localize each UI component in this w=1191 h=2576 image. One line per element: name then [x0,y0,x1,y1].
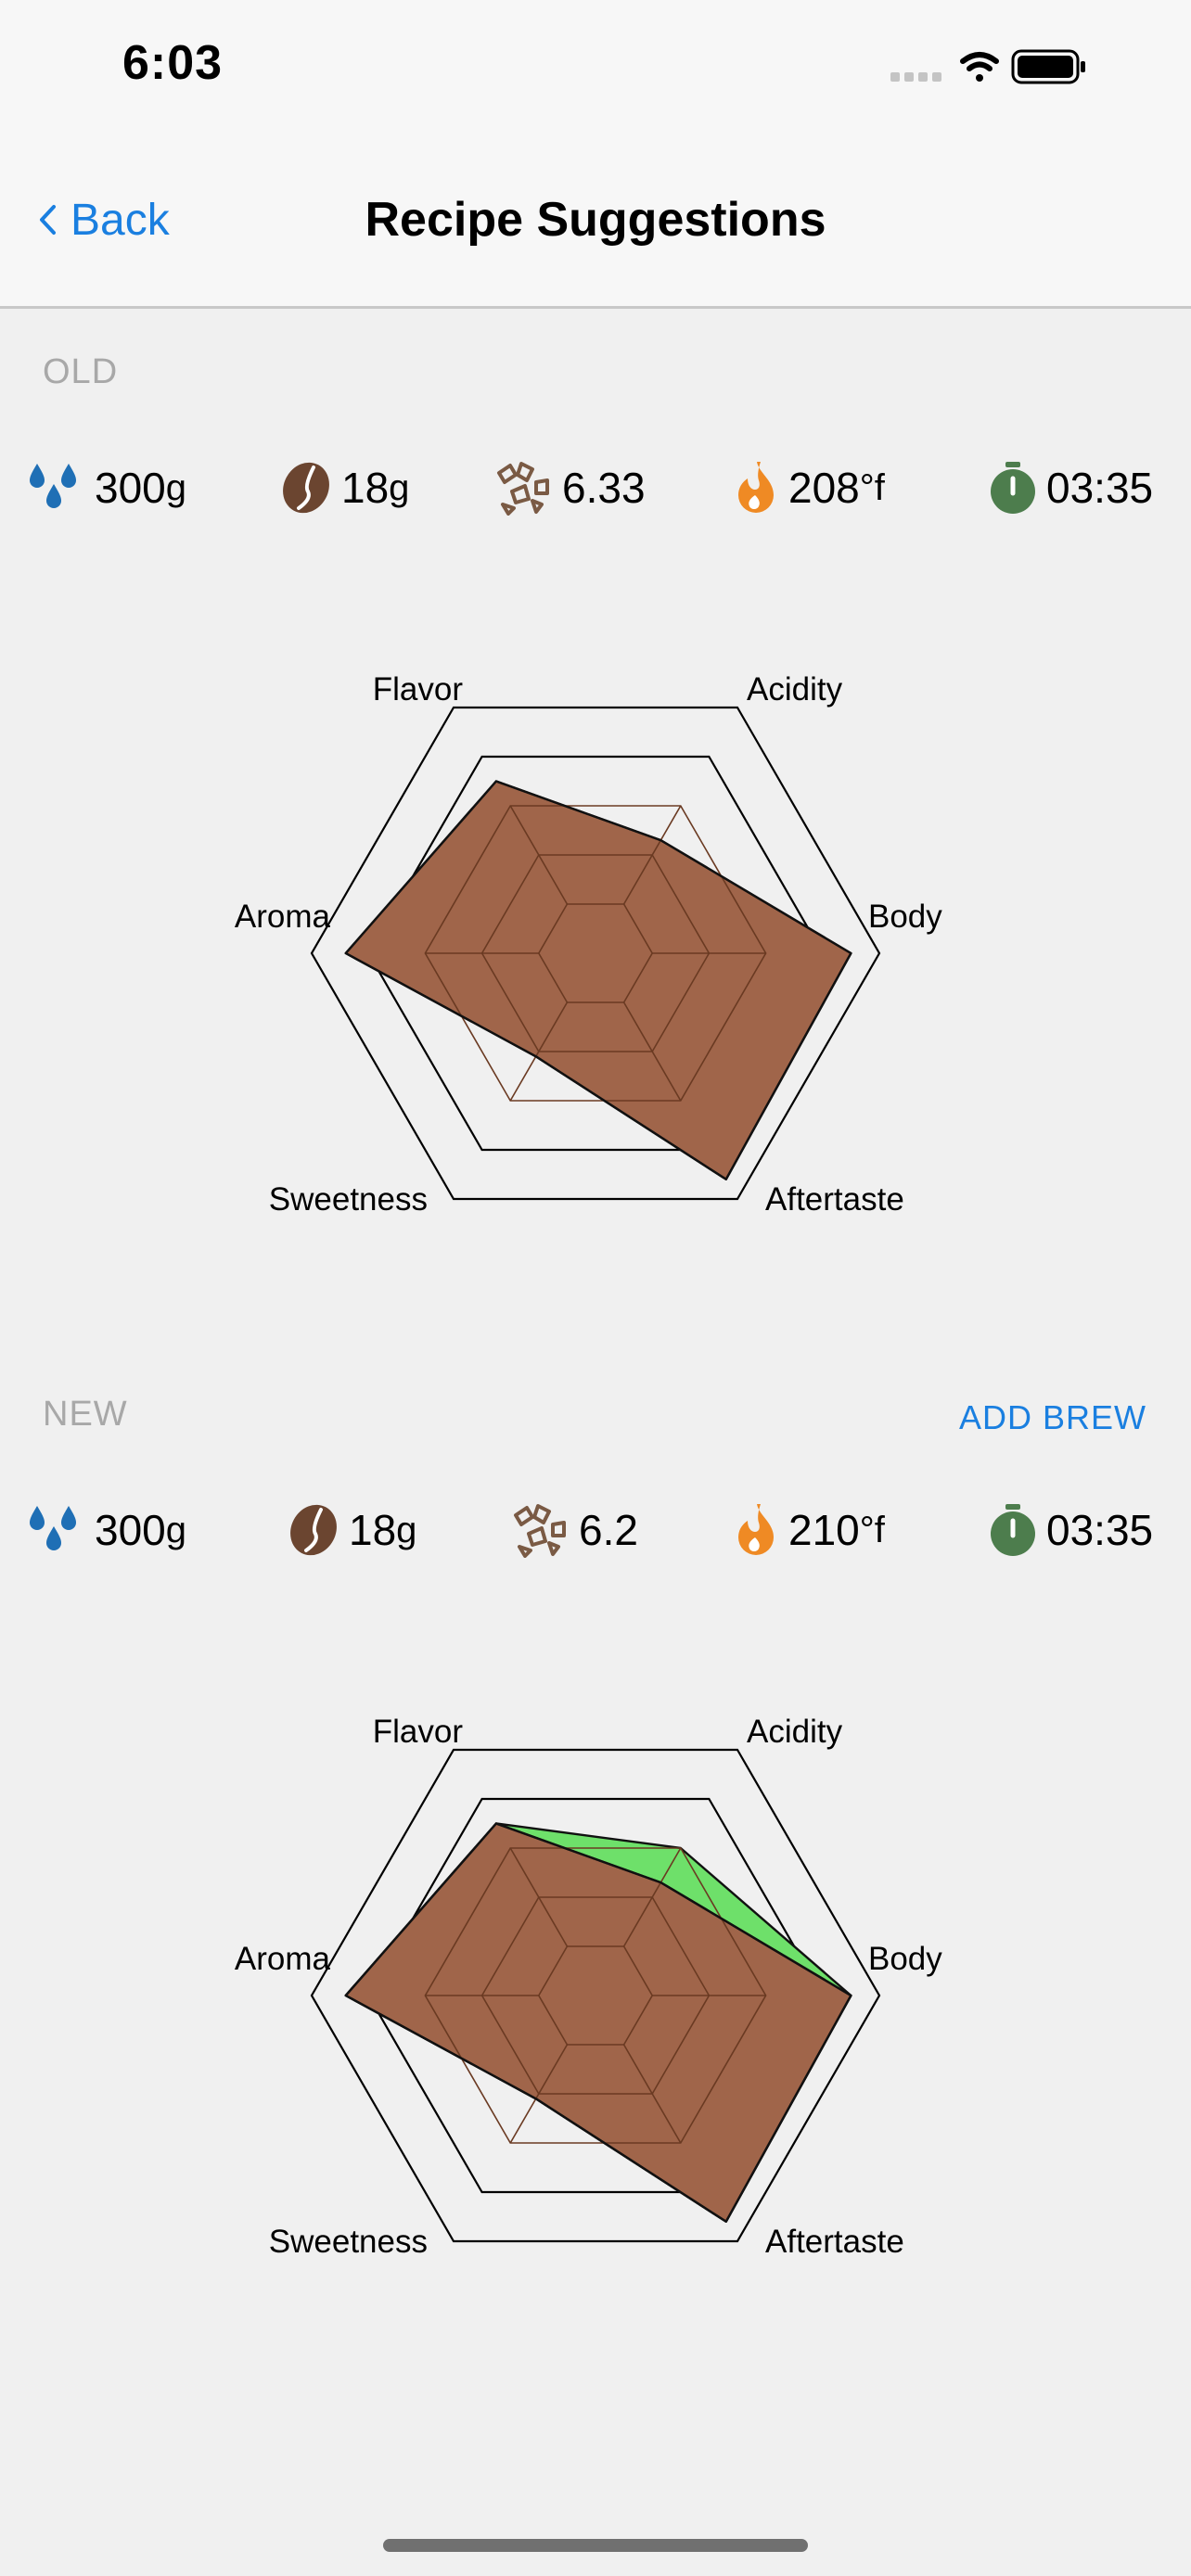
new-time-metric: 03:35 [989,1502,1153,1558]
new-water-metric: 300 g [28,1502,186,1558]
coffee-bean-icon [290,1504,337,1556]
radar-axis-label-aroma: Aroma [235,1941,331,1977]
flame-icon [738,1504,774,1555]
water-drops-icon [30,1506,76,1550]
old-time-value: 03:35 [1046,464,1154,512]
flame-icon [738,462,774,513]
new-coffee-unit: g [396,1509,417,1550]
new-time-value: 03:35 [1046,1506,1154,1554]
old-coffee-metric: 18 g [280,460,409,516]
old-section-label: OLD [43,352,119,391]
new-temp-value: 210 [788,1506,860,1554]
new-temp-unit: °f [859,1509,885,1550]
new-grind-metric: 6.2 [512,1502,638,1558]
radar-series-profile [344,780,852,1181]
old-time-metric: 03:35 [989,460,1153,516]
grind-icon [514,1504,566,1558]
timer-icon [991,1504,1035,1556]
status-bar: 6:03 [0,0,1191,139]
page-title: Recipe Suggestions [365,193,826,247]
radar-axis-label-acidity: Acidity [747,671,843,708]
radar-axis-label-body: Body [868,899,942,935]
battery-icon [1011,49,1085,84]
old-flavor-radar-chart: Acidity Body Aftertaste Sweetness Aroma Flavo… [235,671,942,1218]
grind-icon [497,462,549,516]
radar-axis-label-sweetness: Sweetness [269,1181,428,1218]
new-water-unit: g [165,1509,186,1550]
new-flavor-radar-chart: Acidity Body Aftertaste Sweetness Aroma Flavo… [235,1714,942,2260]
coffee-bean-icon [283,462,329,514]
wifi-icon [960,52,999,82]
radar-axis-label-body: Body [868,1941,942,1977]
new-water-value: 300 [95,1506,166,1554]
radar-axis-label-aftertaste: Aftertaste [765,1181,904,1218]
signal-icon [890,72,941,82]
radar-axis-label-sweetness: Sweetness [269,2224,428,2260]
old-temp-metric: 208 °f [733,460,885,516]
radar-series-profile [344,1822,852,2224]
old-coffee-value: 18 [341,464,390,512]
new-section-label: NEW [43,1395,128,1434]
old-temp-value: 208 [788,464,860,512]
old-water-value: 300 [95,464,166,512]
radar-axis-label-aroma: Aroma [235,899,331,935]
new-coffee-value: 18 [349,1506,397,1554]
timer-icon [991,462,1035,514]
old-water-metric: 300 g [28,460,186,516]
new-grind-value: 6.2 [579,1506,638,1554]
radar-axis-label-flavor: Flavor [373,671,464,708]
add-brew-button[interactable]: ADD BREW [959,1398,1146,1437]
old-coffee-unit: g [389,466,410,508]
new-coffee-metric: 18 g [288,1502,416,1558]
navigation-bar: Back Recipe Suggestions [0,139,1191,309]
old-grind-metric: 6.33 [495,460,646,516]
new-temp-metric: 210 °f [733,1502,885,1558]
old-grind-value: 6.33 [562,464,646,512]
radar-axis-label-flavor: Flavor [373,1714,464,1750]
status-icons [890,46,1113,89]
old-water-unit: g [165,466,186,508]
home-indicator[interactable] [383,2539,808,2552]
water-drops-icon [30,464,76,508]
old-temp-unit: °f [859,466,885,508]
radar-axis-label-acidity: Acidity [747,1714,843,1750]
status-time: 6:03 [122,36,224,90]
radar-axis-label-aftertaste: Aftertaste [765,2224,904,2260]
